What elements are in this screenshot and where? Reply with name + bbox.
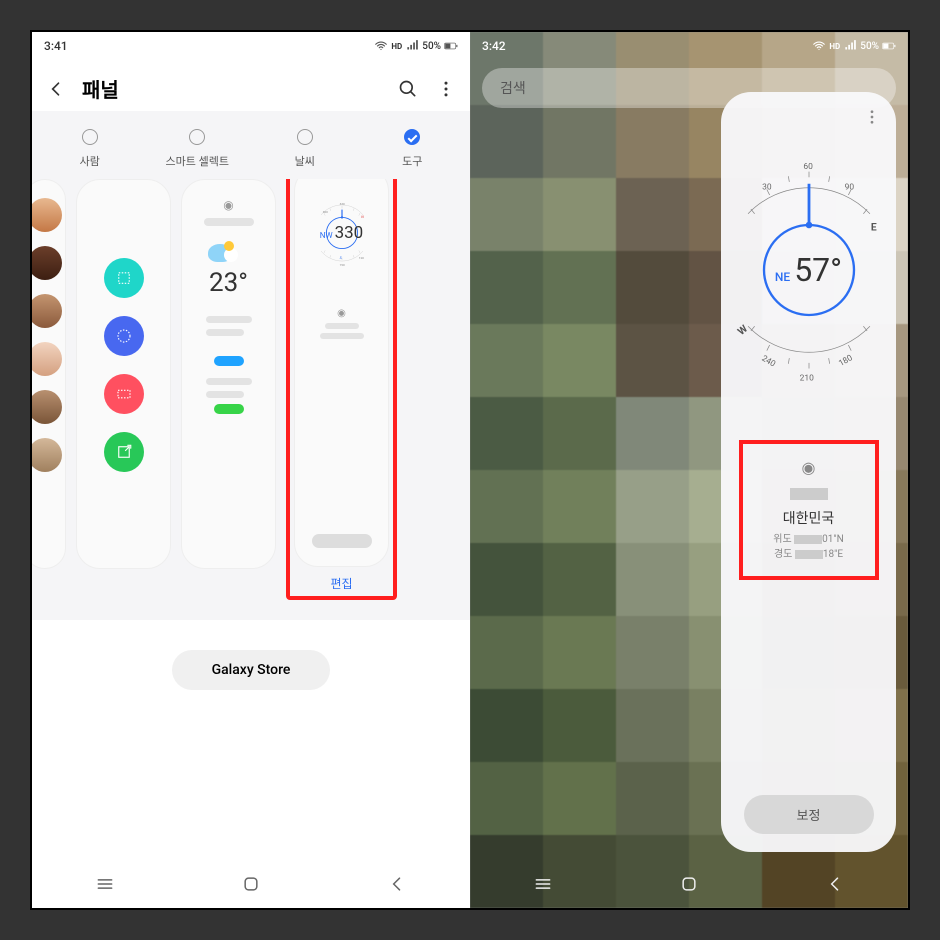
more-icon[interactable]: [434, 77, 458, 101]
status-time: 3:42: [482, 39, 506, 53]
status-time: 3:41: [44, 39, 68, 53]
gif-icon: [104, 374, 144, 414]
svg-text:E: E: [870, 221, 876, 234]
location-pin-icon: ◉: [223, 198, 233, 212]
longitude: 경도 18"E: [751, 547, 867, 562]
svg-text:60: 60: [803, 162, 813, 172]
svg-text:300: 300: [322, 210, 327, 214]
avatar: [32, 198, 62, 232]
nav-bar: [32, 864, 470, 908]
nav-back-button[interactable]: [387, 874, 407, 898]
tab-smart-select[interactable]: 스마트 셀렉트: [144, 129, 252, 169]
panel-card-tools[interactable]: 300330 N 150120 S NW330 ◉: [294, 179, 389, 567]
battery-icon: [444, 39, 458, 53]
home-button[interactable]: [241, 874, 261, 898]
status-bar: 3:42 HD 50%: [470, 32, 908, 60]
panel-tabs: 사람 스마트 셀렉트 날씨 도구: [32, 129, 470, 179]
back-icon[interactable]: [44, 77, 68, 101]
latitude: 위도 01"N: [751, 532, 867, 547]
signal-icon: [405, 39, 419, 53]
signal-icon: [843, 39, 857, 53]
rect-select-icon: [104, 258, 144, 298]
location-placeholder: ◉: [320, 308, 364, 343]
avatar: [32, 390, 62, 424]
search-icon[interactable]: [396, 77, 420, 101]
svg-text:30: 30: [762, 182, 772, 192]
location-pin-icon: ◉: [751, 458, 867, 477]
avatar: [32, 246, 62, 280]
location-info-highlight: ◉ 대한민국 위도 01"N 경도 18"E: [739, 440, 879, 580]
recents-button[interactable]: [95, 874, 115, 898]
pin-icon: [104, 432, 144, 472]
home-button[interactable]: [679, 874, 699, 898]
nav-back-button[interactable]: [825, 874, 845, 898]
more-icon[interactable]: [860, 108, 884, 130]
svg-text:N: N: [361, 215, 364, 219]
avatar: [32, 342, 62, 376]
status-icons: HD 50%: [374, 39, 458, 53]
panel-card-weather[interactable]: ◉ 23°: [181, 179, 276, 569]
calibrate-button[interactable]: 보정: [744, 795, 874, 834]
status-bar: 3:41 HD 50%: [32, 32, 470, 60]
compass-widget: 300330 N 150120 S NW330: [303, 194, 381, 272]
svg-text:240: 240: [759, 354, 777, 370]
avatar: [32, 438, 62, 472]
tab-people[interactable]: 사람: [36, 129, 144, 169]
recents-button[interactable]: [533, 874, 553, 898]
status-icons: HD 50%: [812, 39, 896, 53]
avatar: [32, 294, 62, 328]
svg-text:120: 120: [358, 256, 363, 260]
location-pin-icon: ◉: [337, 308, 346, 319]
highlight-selected: 300330 N 150120 S NW330 ◉: [286, 179, 397, 600]
weather-icon: [208, 244, 232, 262]
panel-card-people[interactable]: [32, 179, 66, 569]
svg-text:330: 330: [339, 202, 344, 206]
compass-widget: 30 60 90 E W 240 210 180 NE57°: [734, 140, 884, 400]
page-title: 패널: [82, 74, 382, 103]
nav-bar: [470, 864, 908, 908]
tab-tools[interactable]: 도구: [359, 129, 467, 169]
battery-icon: [882, 39, 896, 53]
panel-card-smart-select[interactable]: [76, 179, 171, 569]
svg-text:150: 150: [339, 263, 344, 267]
country-label: 대한민국: [751, 508, 867, 528]
svg-text:90: 90: [844, 182, 854, 192]
wifi-icon: [374, 39, 388, 53]
galaxy-store-button[interactable]: Galaxy Store: [172, 650, 331, 690]
edit-link[interactable]: 편집: [294, 575, 389, 592]
wifi-icon: [812, 39, 826, 53]
svg-text:210: 210: [799, 374, 813, 384]
oval-select-icon: [104, 316, 144, 356]
page-header: 패널: [32, 60, 470, 111]
svg-text:W: W: [734, 322, 749, 338]
tab-weather[interactable]: 날씨: [251, 129, 359, 169]
edge-panel-compass: 30 60 90 E W 240 210 180 NE57° ◉ 대한민국: [721, 92, 896, 852]
temperature: 23°: [209, 268, 248, 298]
svg-text:180: 180: [837, 353, 855, 369]
